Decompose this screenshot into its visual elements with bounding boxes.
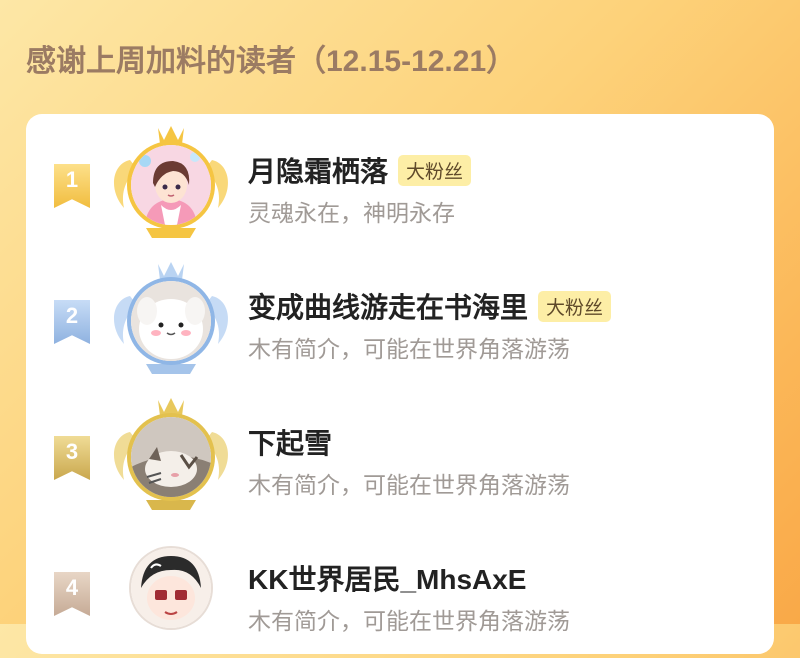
avatar-frame[interactable] [106, 256, 236, 386]
page-title: 感谢上周加料的读者（12.15-12.21） [26, 45, 517, 78]
rank-ribbon-icon: 3 [54, 436, 90, 480]
rank-ribbon-icon: 4 [54, 572, 90, 616]
name-line: 变成曲线游走在书海里 大粉丝 [248, 286, 612, 326]
avatar [131, 417, 211, 497]
readers-card: 1 月隐霜栖落 大粉丝 灵魂永在，神明永存 2 变成曲线游走在书海里 大粉丝 木… [26, 114, 774, 654]
rank-number: 4 [65, 575, 79, 600]
reader-row[interactable]: 4 KK世界居民_MhsAxE 木有简介，可能在世界角落游荡 [26, 528, 774, 648]
reader-bio: 木有简介，可能在世界角落游荡 [248, 608, 570, 634]
fan-badge: 大粉丝 [538, 290, 612, 322]
avatar [131, 548, 211, 628]
reader-name[interactable]: 月隐霜栖落 [248, 150, 388, 190]
rank-ribbon-icon: 1 [54, 164, 90, 208]
rank-ribbon-icon: 2 [54, 300, 90, 344]
avatar [131, 281, 211, 361]
rank-number: 2 [65, 303, 79, 328]
white-puppy-avatar-icon [131, 281, 211, 361]
reader-bio: 木有简介，可能在世界角落游荡 [248, 336, 570, 362]
reader-name[interactable]: KK世界居民_MhsAxE [248, 558, 526, 598]
anime-boy-avatar-icon [131, 145, 211, 225]
fan-badge: 大粉丝 [398, 154, 472, 186]
avatar-frame[interactable] [106, 392, 236, 522]
rank-number: 3 [65, 439, 79, 464]
tabby-cat-avatar-icon [131, 417, 211, 497]
reader-bio: 灵魂永在，神明永存 [248, 200, 455, 226]
avatar [131, 145, 211, 225]
reader-row[interactable]: 2 变成曲线游走在书海里 大粉丝 木有简介，可能在世界角落游荡 [26, 256, 774, 376]
reader-name[interactable]: 变成曲线游走在书海里 [248, 286, 528, 326]
name-line: 下起雪 [248, 422, 332, 462]
avatar-frame[interactable] [106, 120, 236, 250]
name-line: 月隐霜栖落 大粉丝 [248, 150, 472, 190]
avatar-frame[interactable] [106, 528, 236, 658]
rank-number: 1 [65, 167, 79, 192]
reader-row[interactable]: 3 下起雪 木有简介，可能在世界角落游荡 [26, 392, 774, 512]
reader-row[interactable]: 1 月隐霜栖落 大粉丝 灵魂永在，神明永存 [26, 120, 774, 240]
chibi-character-avatar-icon [131, 548, 211, 628]
reader-bio: 木有简介，可能在世界角落游荡 [248, 472, 570, 498]
reader-name[interactable]: 下起雪 [248, 422, 332, 462]
name-line: KK世界居民_MhsAxE [248, 558, 526, 598]
